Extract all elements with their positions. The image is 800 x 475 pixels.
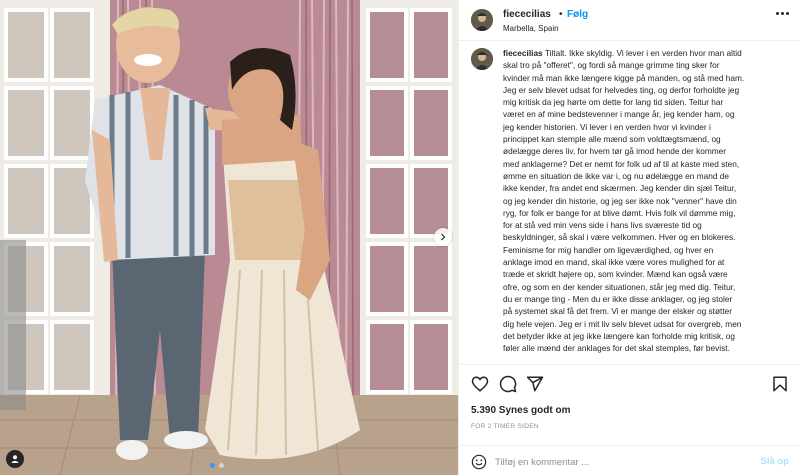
chevron-right-icon <box>441 233 446 241</box>
post-photo[interactable] <box>0 0 458 475</box>
caption: fiececilias Tiltalt. Ikke skyldig. Vi le… <box>503 47 799 354</box>
paper-plane-icon[interactable] <box>526 375 544 393</box>
follow-button[interactable]: Følg <box>567 9 588 20</box>
more-options-icon[interactable] <box>776 12 789 15</box>
next-photo-button[interactable] <box>434 228 452 246</box>
comment-icon[interactable] <box>499 375 517 393</box>
avatar[interactable] <box>471 48 493 70</box>
carousel-indicator <box>210 463 224 468</box>
emoji-icon[interactable] <box>471 454 487 470</box>
user-tag-icon[interactable] <box>6 450 24 468</box>
comment-input[interactable] <box>495 453 745 471</box>
heart-icon[interactable] <box>471 375 489 393</box>
bookmark-icon[interactable] <box>771 375 789 393</box>
caption-username[interactable]: fiececilias <box>503 48 543 58</box>
carousel-dot <box>210 463 215 468</box>
location-link[interactable]: Marbella, Spain <box>503 24 559 33</box>
caption-text: Tiltalt. Ikke skyldig. Vi lever i en ver… <box>503 48 745 354</box>
avatar[interactable] <box>471 9 493 31</box>
post-details-panel: fiececilias • Følg Marbella, Spain fiece… <box>458 0 800 475</box>
post-header: fiececilias • Følg Marbella, Spain <box>459 0 800 41</box>
add-comment-bar: Slå op <box>459 445 800 475</box>
separator-dot: • <box>559 9 563 20</box>
likes-count[interactable]: 5.390 Synes godt om <box>471 405 570 416</box>
photo-illustration <box>0 0 458 475</box>
post-comment-button[interactable]: Slå op <box>760 456 789 467</box>
caption-section: fiececilias Tiltalt. Ikke skyldig. Vi le… <box>459 41 800 364</box>
username-link[interactable]: fiececilias <box>503 9 551 20</box>
carousel-dot <box>219 463 224 468</box>
action-bar: 5.390 Synes godt om FOR 2 TIMER SIDEN Sl… <box>459 364 800 475</box>
post-timestamp[interactable]: FOR 2 TIMER SIDEN <box>471 423 539 430</box>
